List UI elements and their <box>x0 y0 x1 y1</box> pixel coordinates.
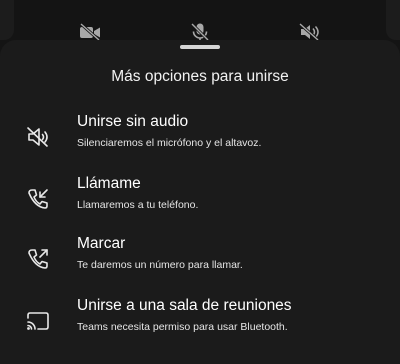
join-options-sheet: Más opciones para unirse Unirse sin audi… <box>0 40 400 364</box>
preview-edge-left <box>0 0 14 40</box>
option-subtitle: Teams necesita permiso para usar Bluetoo… <box>77 321 288 333</box>
option-title: Unirse sin audio <box>77 113 189 130</box>
preview-edge-right <box>386 0 400 40</box>
join-options-screen: Más opciones para unirse Unirse sin audi… <box>0 0 400 364</box>
option-subtitle: Llamaremos a tu teléfono. <box>77 199 199 211</box>
option-subtitle: Silenciaremos el micrófono y el altavoz. <box>77 137 262 149</box>
cast-room-icon <box>24 307 52 335</box>
dial-option[interactable]: Marcar Te daremos un número para llamar. <box>0 235 400 291</box>
option-subtitle: Te daremos un número para llamar. <box>77 259 243 271</box>
incoming-call-icon <box>24 185 52 213</box>
option-title: Marcar <box>77 235 126 252</box>
option-title: Unirse a una sala de reuniones <box>77 297 292 314</box>
speaker-off-icon <box>24 123 52 151</box>
mic-off-icon[interactable] <box>188 22 212 42</box>
video-off-icon[interactable] <box>78 22 102 42</box>
outgoing-call-icon <box>24 245 52 273</box>
speaker-off-icon[interactable] <box>298 22 322 42</box>
sheet-grabber[interactable] <box>180 45 220 49</box>
call-me-option[interactable]: Llámame Llamaremos a tu teléfono. <box>0 175 400 231</box>
option-title: Llámame <box>77 175 141 192</box>
join-without-audio-option[interactable]: Unirse sin audio Silenciaremos el micróf… <box>0 113 400 169</box>
sheet-title: Más opciones para unirse <box>111 68 289 85</box>
join-room-option[interactable]: Unirse a una sala de reuniones Teams nec… <box>0 297 400 353</box>
